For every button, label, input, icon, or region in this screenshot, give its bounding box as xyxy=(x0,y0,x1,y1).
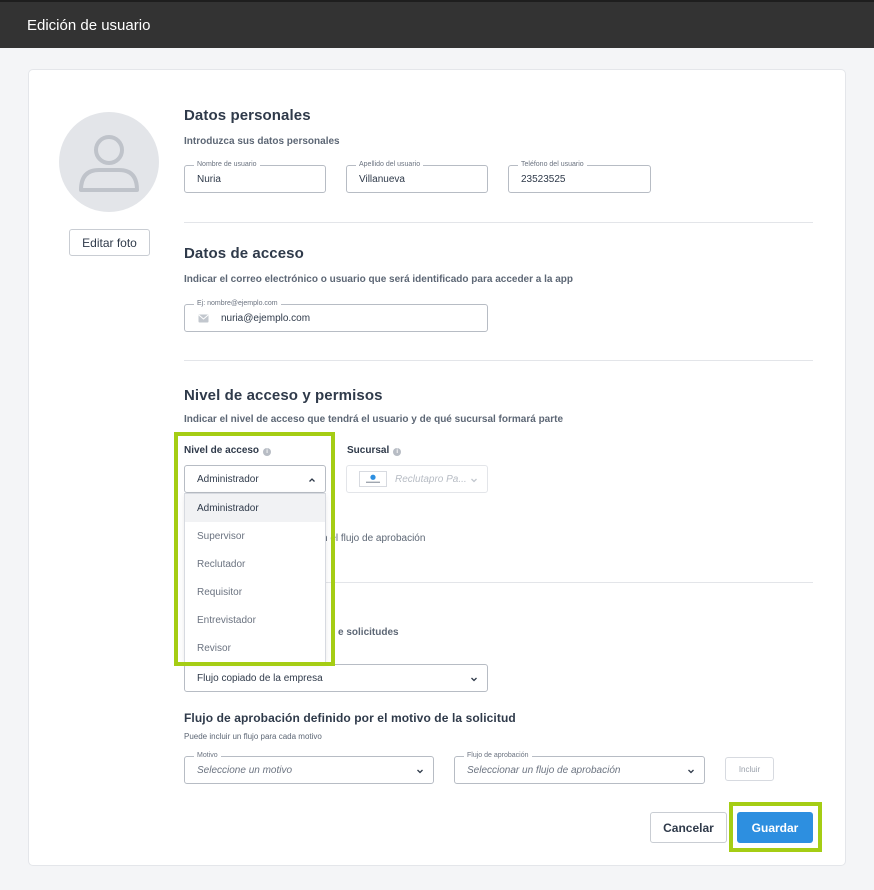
reason-flow-select-label: Flujo de aprobación xyxy=(464,751,532,761)
phone-field[interactable]: Teléfono del usuario 23523525 xyxy=(508,160,651,193)
permissions-section-subtitle: Indicar el nivel de acceso que tendrá el… xyxy=(184,414,564,425)
mail-icon xyxy=(198,314,209,323)
window-titlebar: Edición de usuario xyxy=(0,0,874,48)
approval-flow-select-value: Flujo copiado de la empresa xyxy=(197,673,323,684)
surname-field-label: Apellido del usuario xyxy=(356,160,424,170)
personal-section-subtitle: Introduzca sus datos personales xyxy=(184,136,340,147)
divider xyxy=(184,360,813,361)
email-field-label: Ej: nombre@ejemplo.com xyxy=(194,299,281,309)
name-field-value: Nuria xyxy=(197,174,221,185)
window-title: Edición de usuario xyxy=(27,17,151,34)
phone-field-label: Teléfono del usuario xyxy=(518,160,587,170)
divider xyxy=(184,222,813,223)
branch-logo-icon xyxy=(366,474,380,483)
highlight-save xyxy=(729,802,822,852)
chevron-down-icon xyxy=(688,769,694,774)
reason-select-label: Motivo xyxy=(194,751,221,761)
chevron-down-icon xyxy=(471,677,477,682)
approval-flow-select[interactable]: Flujo copiado de la empresa xyxy=(184,664,488,692)
requests-partial-text: e solicitudes xyxy=(338,627,399,638)
branch-select-value: Reclutapro Pa... xyxy=(395,474,467,485)
access-section-subtitle: Indicar el correo electrónico o usuario … xyxy=(184,274,574,285)
personal-section-title: Datos personales xyxy=(184,107,311,124)
approval-flow-partial-text: n el flujo de aprobación xyxy=(322,533,426,544)
reason-select-placeholder: Seleccione un motivo xyxy=(197,765,293,776)
highlight-access-level xyxy=(174,432,335,666)
reason-flow-select[interactable]: Flujo de aprobación Seleccionar un flujo… xyxy=(454,751,705,784)
permissions-section-title: Nivel de acceso y permisos xyxy=(184,387,383,404)
surname-field-value: Villanueva xyxy=(359,174,405,185)
include-button[interactable]: Incluir xyxy=(725,757,774,781)
branch-label: Sucursal i xyxy=(347,445,402,456)
email-field-value: nuria@ejemplo.com xyxy=(221,313,311,324)
info-icon[interactable]: i xyxy=(393,448,402,456)
cancel-button[interactable]: Cancelar xyxy=(650,812,727,843)
reason-flow-select-placeholder: Seleccionar un flujo de aprobación xyxy=(467,765,621,776)
access-section-title: Datos de acceso xyxy=(184,245,304,262)
surname-field[interactable]: Apellido del usuario Villanueva xyxy=(346,160,488,193)
phone-field-value: 23523525 xyxy=(521,174,566,185)
chevron-down-icon xyxy=(417,769,423,774)
name-field-label: Nombre de usuario xyxy=(194,160,260,170)
reason-flow-subtitle: Puede incluir un flujo para cada motivo xyxy=(184,732,322,741)
edit-photo-button[interactable]: Editar foto xyxy=(69,229,150,256)
reason-select[interactable]: Motivo Seleccione un motivo xyxy=(184,751,434,784)
reason-flow-title: Flujo de aprobación definido por el moti… xyxy=(184,711,516,725)
email-field[interactable]: Ej: nombre@ejemplo.com nuria@ejemplo.com xyxy=(184,299,488,332)
avatar xyxy=(59,112,159,212)
branch-label-text: Sucursal xyxy=(347,445,390,456)
user-placeholder-icon xyxy=(79,135,139,192)
chevron-down-icon xyxy=(471,478,477,483)
branch-select[interactable]: Reclutapro Pa... xyxy=(346,465,488,493)
branch-logo xyxy=(359,471,387,487)
name-field[interactable]: Nombre de usuario Nuria xyxy=(184,160,326,193)
